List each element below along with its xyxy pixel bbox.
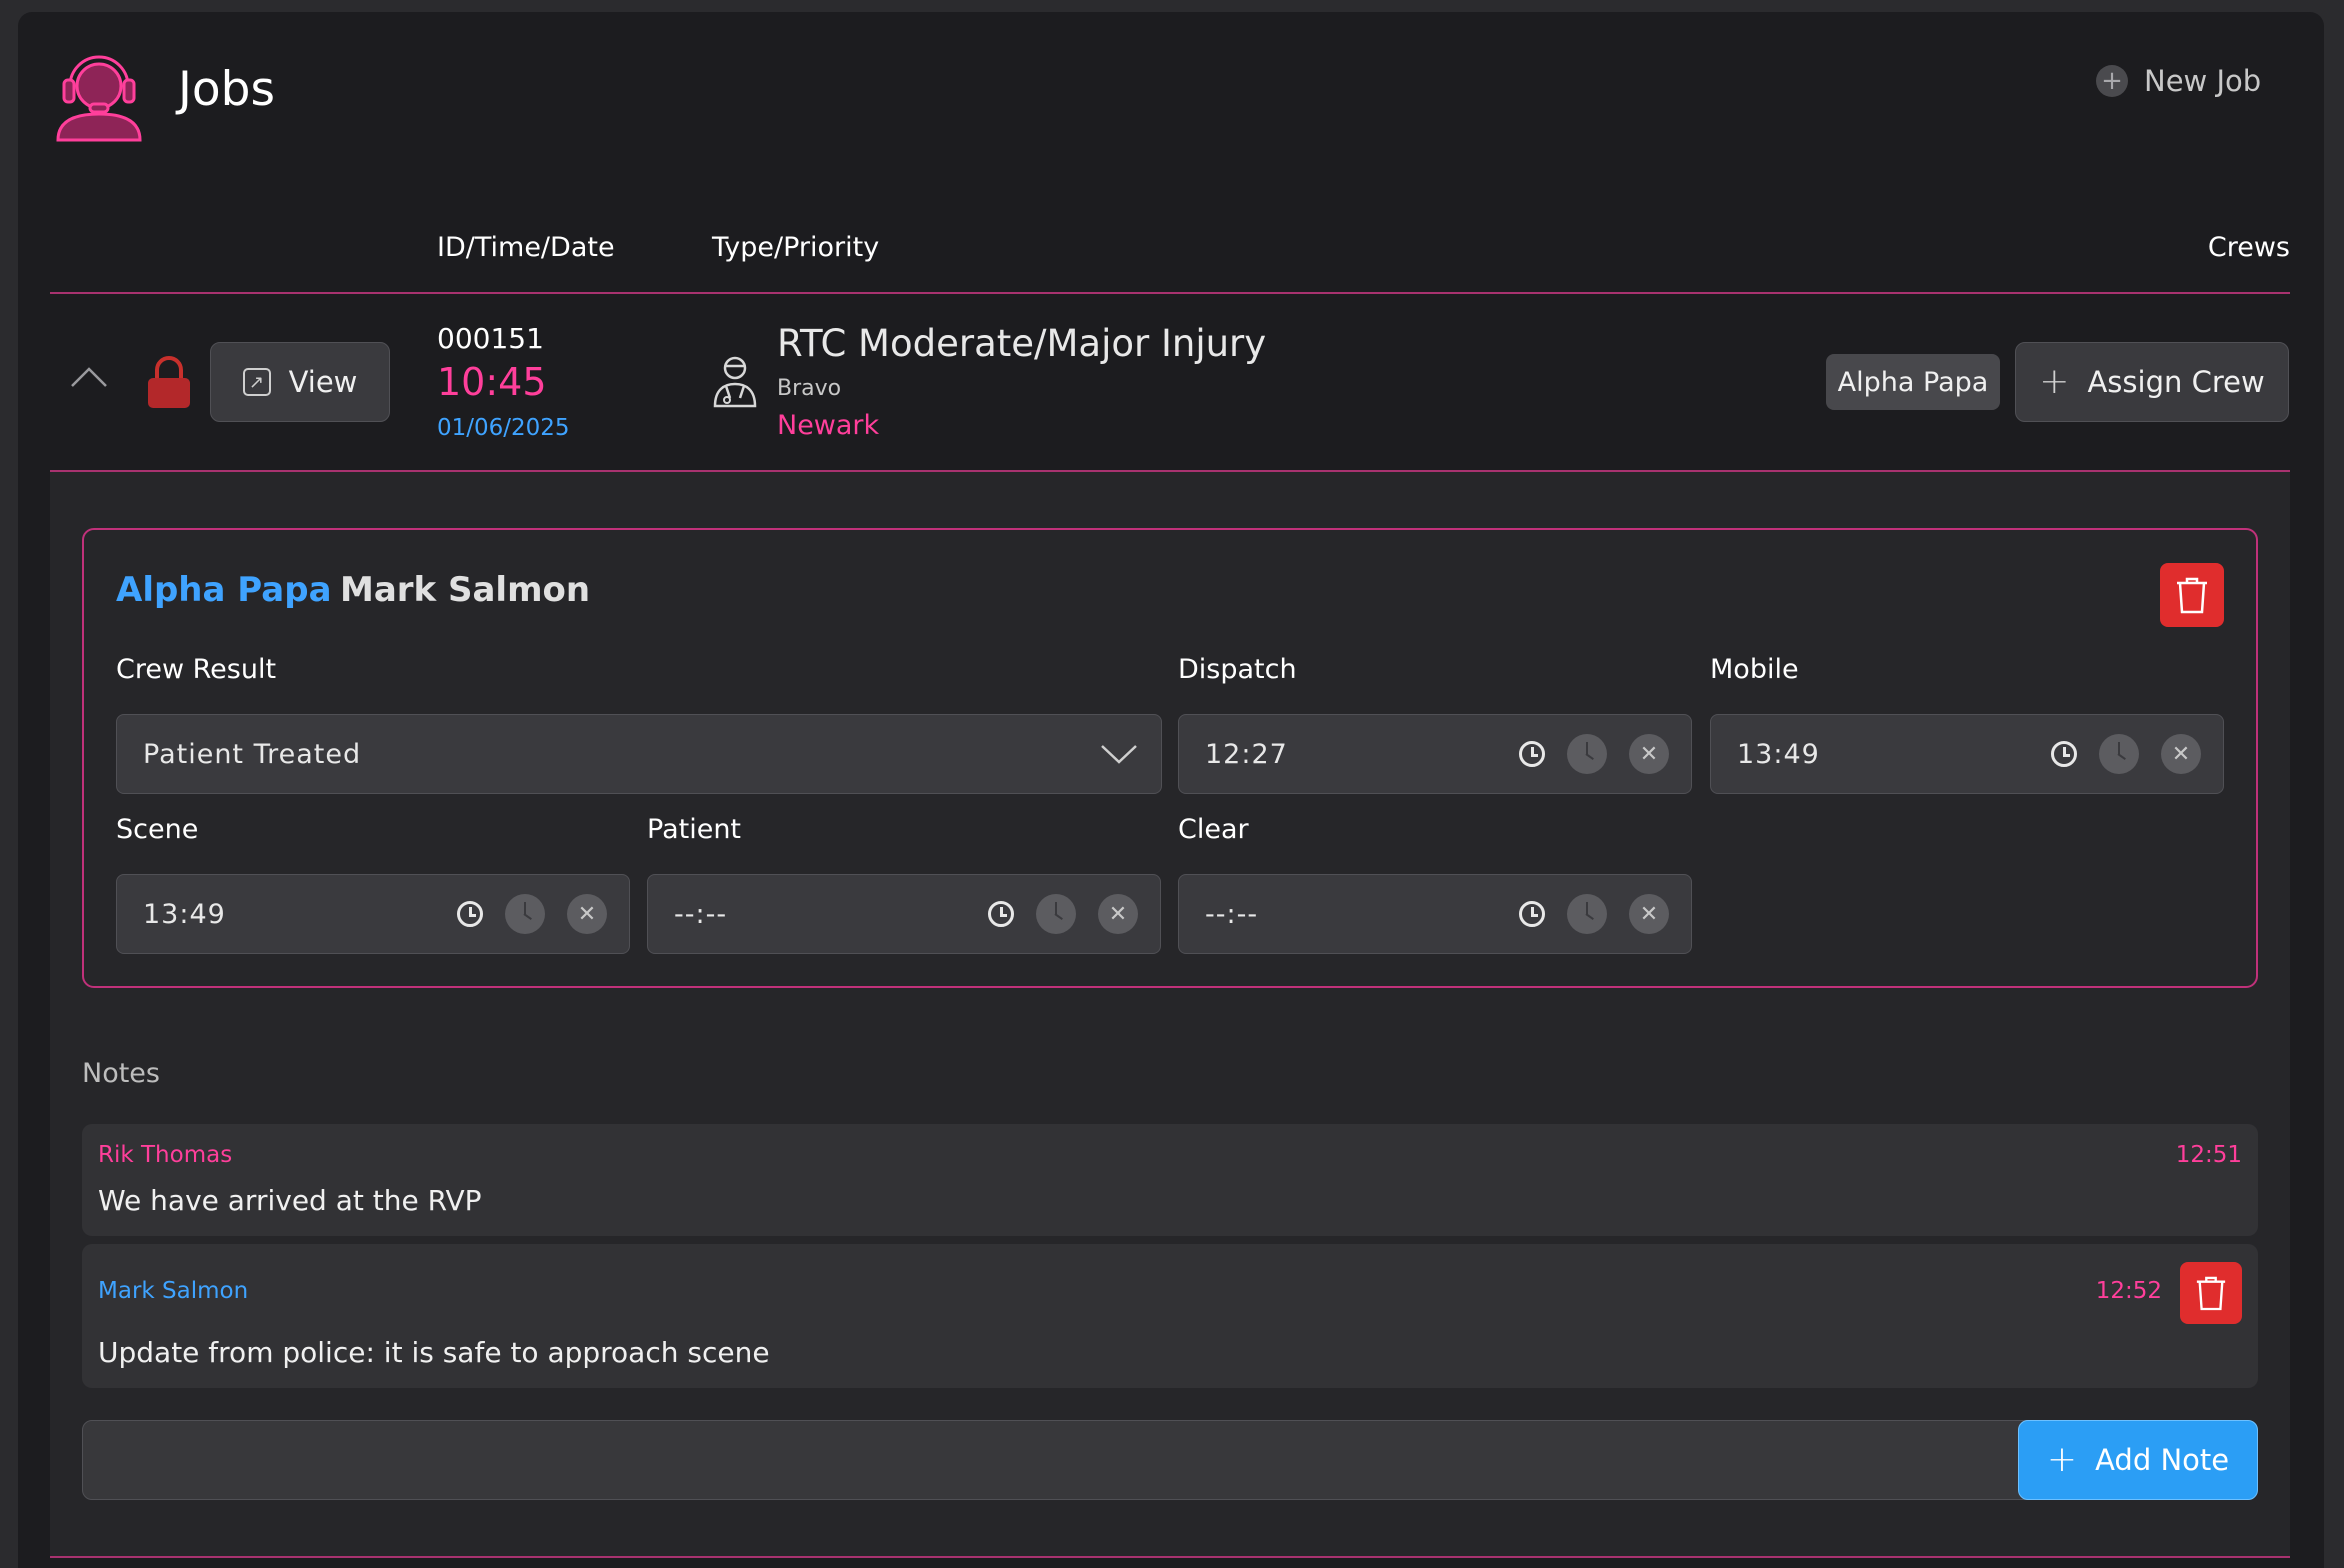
dispatch-label: Dispatch [1178,654,1297,685]
assign-crew-button[interactable]: + Assign Crew [2015,342,2289,422]
patient-person-icon [713,356,757,408]
clock-icon[interactable] [457,901,483,927]
note-item: Mark Salmon 12:52 Update from police: it… [82,1244,2258,1388]
job-time: 10:45 [437,360,547,404]
scene-value: 13:49 [143,898,226,930]
set-now-icon[interactable] [2099,734,2139,774]
page-title: Jobs [178,62,275,117]
note-text: We have arrived at the RVP [98,1184,482,1217]
clock-icon[interactable] [1519,741,1545,767]
clock-icon[interactable] [988,901,1014,927]
dispatch-time-input[interactable]: 12:27 ✕ [1178,714,1692,794]
external-link-icon: ↗ [242,368,271,396]
note-input[interactable] [82,1420,2102,1500]
clear-label: Clear [1178,814,1249,845]
mobile-label: Mobile [1710,654,1799,685]
plus-circle-icon: + [2096,65,2128,97]
clear-icon[interactable]: ✕ [1629,734,1669,774]
crew-result-select[interactable]: Patient Treated [116,714,1162,794]
job-id: 000151 [437,322,544,355]
clear-icon[interactable]: ✕ [1629,894,1669,934]
notes-heading: Notes [82,1058,160,1089]
clock-icon[interactable] [1519,901,1545,927]
assign-crew-label: Assign Crew [2087,365,2265,399]
remove-crew-button[interactable] [2160,563,2224,627]
clear-time-input[interactable]: --:-- ✕ [1178,874,1692,954]
clear-icon[interactable]: ✕ [2161,734,2201,774]
trash-icon [2177,577,2207,614]
set-now-icon[interactable] [1567,734,1607,774]
scene-time-input[interactable]: 13:49 ✕ [116,874,630,954]
job-date: 01/06/2025 [437,415,570,441]
new-job-button[interactable]: + New Job [2096,64,2261,98]
lock-icon[interactable] [146,354,192,410]
mobile-time-input[interactable]: 13:49 ✕ [1710,714,2224,794]
plus-icon: + [2039,361,2070,402]
bottom-divider [50,1556,2290,1558]
trash-icon [2196,1276,2226,1311]
plus-icon: + [2046,1439,2078,1480]
dispatch-value: 12:27 [1205,738,1288,770]
view-job-button[interactable]: ↗ View [210,342,390,422]
crew-result-label: Crew Result [116,654,277,685]
note-author: Rik Thomas [98,1142,233,1168]
delete-note-button[interactable] [2180,1262,2242,1324]
column-header-crews: Crews [2207,232,2290,263]
job-type: RTC Moderate/Major Injury [777,322,1267,365]
clear-icon[interactable]: ✕ [1098,894,1138,934]
mobile-value: 13:49 [1737,738,1820,770]
set-now-icon[interactable] [1036,894,1076,934]
note-time: 12:51 [2175,1142,2242,1168]
crew-callsign: Alpha Papa [116,570,332,610]
assigned-crew-chip[interactable]: Alpha Papa [1826,354,2000,410]
chevron-up-icon[interactable] [70,364,108,388]
dispatcher-headset-icon [56,55,142,142]
add-note-button[interactable]: + Add Note [2018,1420,2258,1500]
job-priority: Bravo [777,376,842,401]
crew-result-value: Patient Treated [143,738,362,770]
crew-member-name: Mark Salmon [340,570,591,610]
note-author: Mark Salmon [98,1278,249,1304]
set-now-icon[interactable] [1567,894,1607,934]
note-item: Rik Thomas 12:51 We have arrived at the … [82,1124,2258,1236]
column-header-type-priority: Type/Priority [712,232,880,263]
patient-label: Patient [647,814,742,845]
note-text: Update from police: it is safe to approa… [98,1336,770,1369]
clear-value: --:-- [1205,898,1259,930]
job-location[interactable]: Newark [777,410,879,441]
clock-icon[interactable] [2051,741,2077,767]
header-divider [50,292,2290,294]
column-header-id-time-date: ID/Time/Date [437,232,615,263]
clear-icon[interactable]: ✕ [567,894,607,934]
patient-value: --:-- [674,898,728,930]
chevron-down-icon [1101,745,1137,764]
scene-label: Scene [116,814,199,845]
add-note-label: Add Note [2095,1443,2230,1477]
patient-time-input[interactable]: --:-- ✕ [647,874,1161,954]
note-time: 12:52 [2095,1278,2162,1304]
set-now-icon[interactable] [505,894,545,934]
view-label: View [288,365,358,399]
new-job-label: New Job [2144,64,2262,98]
